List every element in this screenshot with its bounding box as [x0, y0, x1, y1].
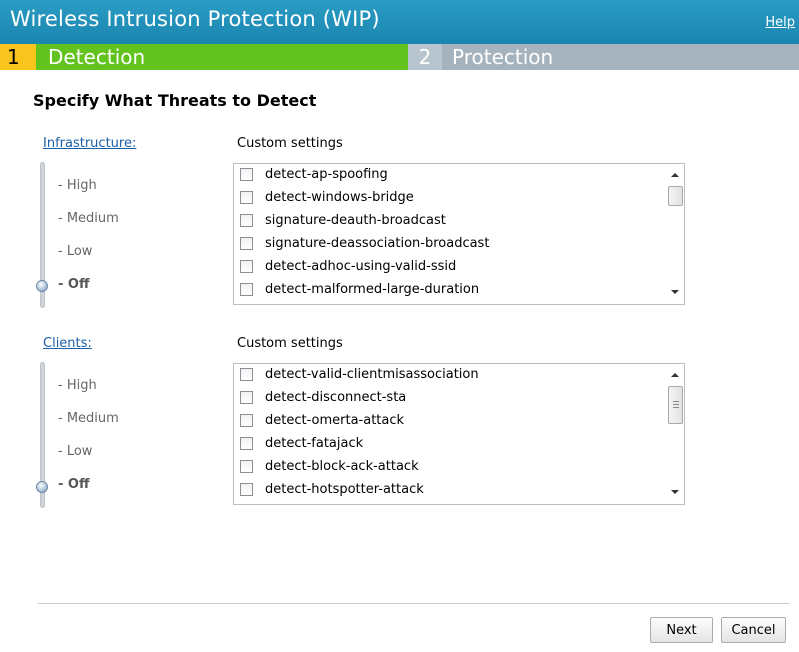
list-item-label: signature-deauth-broadcast — [265, 213, 446, 228]
list-item[interactable]: detect-valid-clientmisassociation — [240, 364, 479, 386]
checkbox[interactable] — [240, 260, 253, 273]
checkbox[interactable] — [240, 414, 253, 427]
clients-link[interactable]: Clients: — [43, 336, 92, 351]
infrastructure-level-low[interactable]: - Low — [58, 244, 92, 259]
list-item-label: detect-hotspotter-attack — [265, 482, 424, 497]
clients-level-low[interactable]: - Low — [58, 444, 92, 459]
list-item-label: detect-omerta-attack — [265, 413, 405, 428]
next-button[interactable]: Next — [650, 617, 713, 643]
clients-level-medium[interactable]: - Medium — [58, 411, 119, 426]
cancel-button[interactable]: Cancel — [721, 617, 786, 643]
scroll-down-icon[interactable] — [671, 490, 679, 494]
list-item[interactable]: detect-block-ack-attack — [240, 455, 419, 478]
checkbox[interactable] — [240, 237, 253, 250]
list-item[interactable]: detect-omerta-attack — [240, 409, 404, 432]
footer-divider — [38, 603, 790, 604]
clients-slider-handle[interactable] — [36, 481, 48, 493]
window-title: Wireless Intrusion Protection (WIP) — [10, 7, 380, 31]
list-item[interactable]: detect-disconnect-sta — [240, 386, 406, 409]
infrastructure-level-high[interactable]: - High — [58, 178, 97, 193]
checkbox[interactable] — [240, 460, 253, 473]
checkbox[interactable] — [240, 368, 253, 381]
checkbox[interactable] — [240, 191, 253, 204]
list-item[interactable]: detect-fatajack — [240, 432, 363, 455]
scroll-up-icon[interactable] — [671, 173, 679, 177]
infrastructure-scrollbar[interactable] — [667, 164, 684, 304]
title-bar: Wireless Intrusion Protection (WIP) Help — [0, 0, 799, 44]
wizard-steps: 1 Detection 2 Protection — [0, 44, 799, 70]
list-item-label: detect-valid-clientmisassociation — [265, 367, 479, 382]
list-item[interactable]: detect-adhoc-using-valid-ssid — [240, 255, 456, 278]
infrastructure-slider-handle[interactable] — [36, 280, 48, 292]
checkbox[interactable] — [240, 283, 253, 296]
infrastructure-threat-list: detect-ap-spoofing detect-windows-bridge… — [233, 163, 685, 305]
list-item-label: detect-block-ack-attack — [265, 459, 419, 474]
scroll-up-icon[interactable] — [671, 373, 679, 377]
list-item[interactable]: signature-deauth-broadcast — [240, 209, 446, 232]
checkbox[interactable] — [240, 437, 253, 450]
list-item[interactable]: detect-windows-bridge — [240, 186, 414, 209]
grip-icon — [673, 401, 679, 402]
step-detection[interactable]: 1 Detection — [0, 44, 408, 70]
clients-scrollbar[interactable] — [667, 364, 684, 504]
list-item-label: detect-ap-spoofing — [265, 167, 388, 182]
step-label: Protection — [452, 45, 554, 69]
checkbox[interactable] — [240, 391, 253, 404]
grip-icon — [673, 404, 679, 405]
step-number: 2 — [408, 44, 442, 70]
scroll-down-icon[interactable] — [671, 290, 679, 294]
checkbox[interactable] — [240, 483, 253, 496]
clients-level-off[interactable]: - Off — [58, 477, 90, 492]
clients-custom-label: Custom settings — [237, 336, 343, 351]
clients-threat-list: detect-valid-clientmisassociation detect… — [233, 363, 685, 505]
scroll-thumb[interactable] — [668, 386, 683, 424]
list-item-label: detect-fatajack — [265, 436, 364, 451]
infrastructure-level-medium[interactable]: - Medium — [58, 211, 119, 226]
step-number: 1 — [0, 44, 36, 70]
grip-icon — [673, 407, 679, 408]
list-item[interactable]: signature-deassociation-broadcast — [240, 232, 489, 255]
list-item-label: detect-adhoc-using-valid-ssid — [265, 259, 457, 274]
infrastructure-link[interactable]: Infrastructure: — [43, 136, 136, 151]
list-item[interactable]: detect-hotspotter-attack — [240, 478, 424, 501]
checkbox[interactable] — [240, 168, 253, 181]
scroll-thumb[interactable] — [668, 186, 683, 206]
list-item[interactable]: detect-ap-spoofing — [240, 164, 388, 186]
checkbox[interactable] — [240, 214, 253, 227]
clients-level-high[interactable]: - High — [58, 378, 97, 393]
help-link[interactable]: Help — [765, 15, 795, 30]
list-item-label: detect-disconnect-sta — [265, 390, 407, 405]
list-item[interactable]: detect-malformed-large-duration — [240, 278, 479, 301]
infrastructure-custom-label: Custom settings — [237, 136, 343, 151]
list-item-label: detect-malformed-large-duration — [265, 282, 480, 297]
list-item-label: detect-windows-bridge — [265, 190, 414, 205]
step-protection[interactable]: 2 Protection — [408, 44, 799, 70]
infrastructure-level-off[interactable]: - Off — [58, 277, 90, 292]
list-item-label: signature-deassociation-broadcast — [265, 236, 490, 251]
step-label: Detection — [48, 45, 146, 69]
page-heading: Specify What Threats to Detect — [33, 91, 317, 110]
